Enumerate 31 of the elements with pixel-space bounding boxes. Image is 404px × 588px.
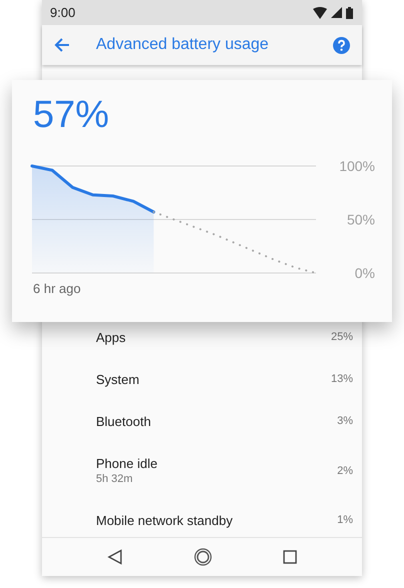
usage-duration: 5h 32m	[96, 473, 134, 485]
axis-tick-label: 50%	[346, 212, 375, 228]
usage-row[interactable]: Phone idle 5h 32m 2%	[42, 448, 362, 493]
usage-name: Bluetooth	[96, 414, 151, 428]
wifi-icon	[313, 6, 327, 18]
battery-percent: 57%	[33, 96, 110, 134]
battery-icon	[346, 6, 353, 18]
time-label: 6 hr ago	[33, 281, 81, 296]
back-arrow-icon[interactable]	[54, 37, 70, 53]
axis-tick-label: 0%	[354, 265, 375, 279]
usage-name: System	[96, 372, 140, 386]
usage-percent: 25%	[330, 331, 353, 343]
recents-icon[interactable]	[282, 550, 297, 564]
usage-name: Apps	[96, 330, 126, 344]
help-icon[interactable]	[333, 36, 350, 54]
usage-percent: 3%	[337, 415, 353, 427]
home-icon[interactable]	[194, 548, 212, 566]
back-icon[interactable]	[107, 549, 124, 565]
usage-percent: 13%	[330, 373, 353, 385]
usage-row[interactable]: System 13%	[42, 364, 362, 394]
usage-row[interactable]: Mobile network standby 1%	[42, 505, 362, 535]
usage-name: Phone idle	[96, 456, 158, 471]
axis-tick-label: 100%	[339, 158, 375, 174]
usage-percent: 1%	[337, 514, 353, 526]
status-time: 9:00	[50, 5, 76, 20]
usage-row[interactable]: Apps 25%	[42, 322, 362, 352]
usage-name: Mobile network standby	[96, 512, 233, 528]
screen-title: Advanced battery usage	[96, 36, 270, 54]
usage-percent: 2%	[337, 464, 353, 476]
usage-row[interactable]: Bluetooth 3%	[42, 406, 362, 436]
signal-icon	[331, 7, 342, 18]
